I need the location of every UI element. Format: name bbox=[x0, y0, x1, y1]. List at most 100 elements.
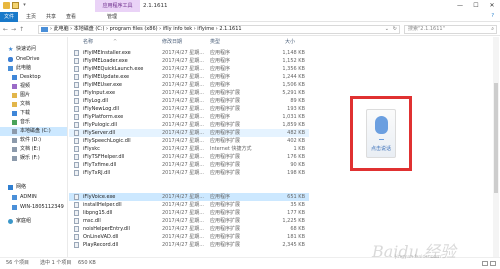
file-row[interactable]: installHelper.dll 2017/4/27 星期... 应用程序扩展 35… bbox=[69, 201, 309, 209]
file-row[interactable]: libpng15.dll 2017/4/27 星期... 应用程序扩展 177 KB bbox=[69, 209, 309, 217]
desktop-icon bbox=[12, 75, 17, 80]
chevron-down-icon[interactable]: ⌄ bbox=[385, 26, 389, 33]
nav-item-this-pc[interactable]: 此电脑 bbox=[0, 64, 67, 73]
file-row[interactable]: iFlyTxfime.dll 2017/4/27 星期... 应用程序扩展 90 KB bbox=[69, 161, 309, 169]
tab-manage[interactable]: 管理 bbox=[107, 12, 117, 22]
video-icon bbox=[12, 84, 17, 89]
file-icon bbox=[74, 242, 79, 248]
column-header-type[interactable]: 类型 bbox=[210, 38, 220, 47]
details-view-icon[interactable] bbox=[482, 261, 488, 266]
item-count: 56 个项目 bbox=[6, 260, 29, 266]
back-arrow-icon[interactable]: ← bbox=[3, 26, 8, 33]
file-row[interactable]: PlayRecord.dll 2017/4/27 星期... 应用程序扩展 2,345… bbox=[69, 241, 309, 249]
breadcrumb[interactable]: › 此电脑 › 本地磁盘 (C:) › program files (x86) … bbox=[50, 26, 242, 32]
voice-input-icon[interactable]: 点击说话 bbox=[366, 109, 396, 158]
file-row[interactable]: iFlyIMEInstaller.exe 2017/4/27 星期... 应用程序 1… bbox=[69, 49, 309, 57]
star-icon: ★ bbox=[8, 46, 14, 53]
nav-item-local-disk-c[interactable]: 本地磁盘 (C:) bbox=[0, 127, 67, 136]
tab-home[interactable]: 主页 bbox=[26, 12, 36, 22]
file-row[interactable]: iFlyIMEUpdate.exe 2017/4/27 星期... 应用程序 1,24… bbox=[69, 73, 309, 81]
column-header-name[interactable]: 名称 bbox=[83, 38, 93, 47]
nav-item-documents[interactable]: 文档 bbox=[0, 100, 67, 109]
chevron-down-icon[interactable]: ▾ bbox=[21, 2, 28, 9]
drive-icon bbox=[12, 147, 17, 152]
tab-file[interactable]: 文件 bbox=[0, 12, 18, 22]
column-header-date[interactable]: 修改日期 bbox=[162, 38, 182, 47]
explorer-window: ▾ 应用程序工具 2.1.1611 — ☐ ✕ 文件 主页 共享 查看 管理 ?… bbox=[0, 0, 500, 269]
nav-item-homegroup[interactable]: 家庭组 bbox=[0, 217, 67, 226]
nav-item-pictures[interactable]: 图片 bbox=[0, 91, 67, 100]
refresh-icon[interactable]: ↻ bbox=[393, 26, 397, 33]
nav-item-admin[interactable]: ADMIN bbox=[0, 193, 67, 202]
quick-access-toolbar: ▾ bbox=[3, 2, 28, 9]
nav-label: 图片 bbox=[20, 92, 31, 98]
nav-item-onedrive[interactable]: OneDrive bbox=[0, 55, 67, 64]
nav-item-desktop[interactable]: Desktop bbox=[0, 73, 67, 82]
close-icon[interactable]: ✕ bbox=[484, 0, 500, 12]
file-icon bbox=[74, 106, 79, 112]
nav-label: 本地磁盘 (C:) bbox=[20, 128, 51, 134]
file-row[interactable]: iFlyIMEQuickLaunch.exe 2017/4/27 星期... 应用程… bbox=[69, 65, 309, 73]
file-icon bbox=[74, 82, 79, 88]
nav-item-downloads[interactable]: 下载 bbox=[0, 109, 67, 118]
column-header-size[interactable]: 大小 bbox=[285, 38, 295, 47]
file-row[interactable]: iFlyLog.dll 2017/4/27 星期... 应用程序扩展 89 KB bbox=[69, 97, 309, 105]
application-tools-tab[interactable]: 应用程序工具 bbox=[95, 0, 140, 12]
ribbon-tabs: 文件 主页 共享 查看 管理 ? bbox=[0, 12, 500, 22]
file-row[interactable]: iFlyTxRJ.dll 2017/4/27 星期... 应用程序扩展 198 KB bbox=[69, 169, 309, 177]
nav-item-drive-e[interactable]: 文档 (E:) bbox=[0, 145, 67, 154]
folder-icon[interactable] bbox=[3, 2, 10, 9]
file-row[interactable]: msc.dll 2017/4/27 星期... 应用程序扩展 1,225 KB bbox=[69, 217, 309, 225]
file-icon bbox=[74, 234, 79, 240]
file-row[interactable]: iFlyIMELoader.exe 2017/4/27 星期... 应用程序 1,15… bbox=[69, 57, 309, 65]
file-row[interactable]: iFlyIMEUser.exe 2017/4/27 星期... 应用程序 1,506 … bbox=[69, 81, 309, 89]
help-icon[interactable]: ? bbox=[491, 13, 494, 19]
address-bar[interactable]: › 此电脑 › 本地磁盘 (C:) › program files (x86) … bbox=[38, 25, 400, 34]
scrollbar-thumb[interactable] bbox=[494, 83, 498, 193]
window-controls: — ☐ ✕ bbox=[452, 0, 500, 12]
nav-item-drive-d[interactable]: 软件 (D:) bbox=[0, 136, 67, 145]
nav-label: Desktop bbox=[20, 74, 41, 80]
search-input[interactable]: 搜索"2.1.1611" ⌕ bbox=[404, 25, 497, 34]
properties-icon[interactable] bbox=[12, 2, 19, 9]
nav-label: 软件 (D:) bbox=[20, 137, 42, 143]
nav-item-win-pc[interactable]: WIN-1805112349 bbox=[0, 203, 67, 212]
vertical-scrollbar[interactable] bbox=[493, 37, 499, 257]
file-icon bbox=[74, 130, 79, 136]
minimize-icon[interactable]: — bbox=[452, 0, 468, 12]
file-row[interactable]: iFlyNewLog.dll 2017/4/27 星期... 应用程序扩展 193 K… bbox=[69, 105, 309, 113]
file-row[interactable]: iFlyTSFHelper.dll 2017/4/27 星期... 应用程序扩展 17… bbox=[69, 153, 309, 161]
file-list: 名称 ^ 修改日期 类型 大小 iFlyIMEInstaller.exe 2017… bbox=[69, 37, 493, 257]
file-row[interactable]: iFlyServer.dll 2017/4/27 星期... 应用程序扩展 482 K… bbox=[69, 129, 309, 137]
search-icon[interactable]: ⌕ bbox=[491, 26, 494, 33]
file-row[interactable]: iFlyPulogic.dll 2017/4/27 星期... 应用程序扩展 1,85… bbox=[69, 121, 309, 129]
computer-icon bbox=[12, 205, 17, 210]
nav-label: OneDrive bbox=[16, 56, 40, 62]
file-row[interactable]: iFlyPlatform.exe 2017/4/27 星期... 应用程序 1,031… bbox=[69, 113, 309, 121]
nav-item-network[interactable]: 网络 bbox=[0, 183, 67, 192]
address-row: ← → ↑ › 此电脑 › 本地磁盘 (C:) › program files … bbox=[0, 23, 500, 36]
file-icon bbox=[74, 66, 79, 72]
up-arrow-icon[interactable]: ↑ bbox=[19, 26, 24, 33]
file-row[interactable]: OnLineVAD.dll 2017/4/27 星期... 应用程序扩展 181 KB bbox=[69, 233, 309, 241]
tab-share[interactable]: 共享 bbox=[46, 12, 56, 22]
nav-label: 此电脑 bbox=[16, 65, 32, 71]
file-row[interactable]: iFlySpeechLogic.dll 2017/4/27 星期... 应用程序扩展… bbox=[69, 137, 309, 145]
nav-item-videos[interactable]: 视频 bbox=[0, 82, 67, 91]
drive-icon bbox=[12, 156, 17, 161]
maximize-icon[interactable]: ☐ bbox=[468, 0, 484, 12]
nav-item-quick-access[interactable]: ★ 快速访问 bbox=[0, 45, 67, 54]
nav-item-music[interactable]: 音乐 bbox=[0, 118, 67, 127]
file-row-selected[interactable]: iFlyVoice.exe 2017/4/27 星期... 应用程序 651 KB bbox=[69, 193, 309, 201]
nav-item-drive-f[interactable]: 娱乐 (F:) bbox=[0, 154, 67, 163]
cloud-icon bbox=[8, 57, 13, 62]
file-icon bbox=[74, 202, 79, 208]
pictures-icon bbox=[12, 93, 17, 98]
forward-arrow-icon[interactable]: → bbox=[11, 26, 16, 33]
file-row[interactable]: iFlyskc 2017/4/27 星期... Internet 快捷方式 1 KB bbox=[69, 145, 309, 153]
large-icons-view-icon[interactable] bbox=[490, 261, 496, 266]
file-row[interactable]: noisHelperEntry.dll 2017/4/27 星期... 应用程序扩展… bbox=[69, 225, 309, 233]
file-row[interactable]: iFlyInput.exe 2017/4/27 星期... 应用程序扩展 5,291 … bbox=[69, 89, 309, 97]
column-headers: 名称 ^ 修改日期 类型 大小 bbox=[69, 38, 493, 47]
tab-view[interactable]: 查看 bbox=[66, 12, 76, 22]
